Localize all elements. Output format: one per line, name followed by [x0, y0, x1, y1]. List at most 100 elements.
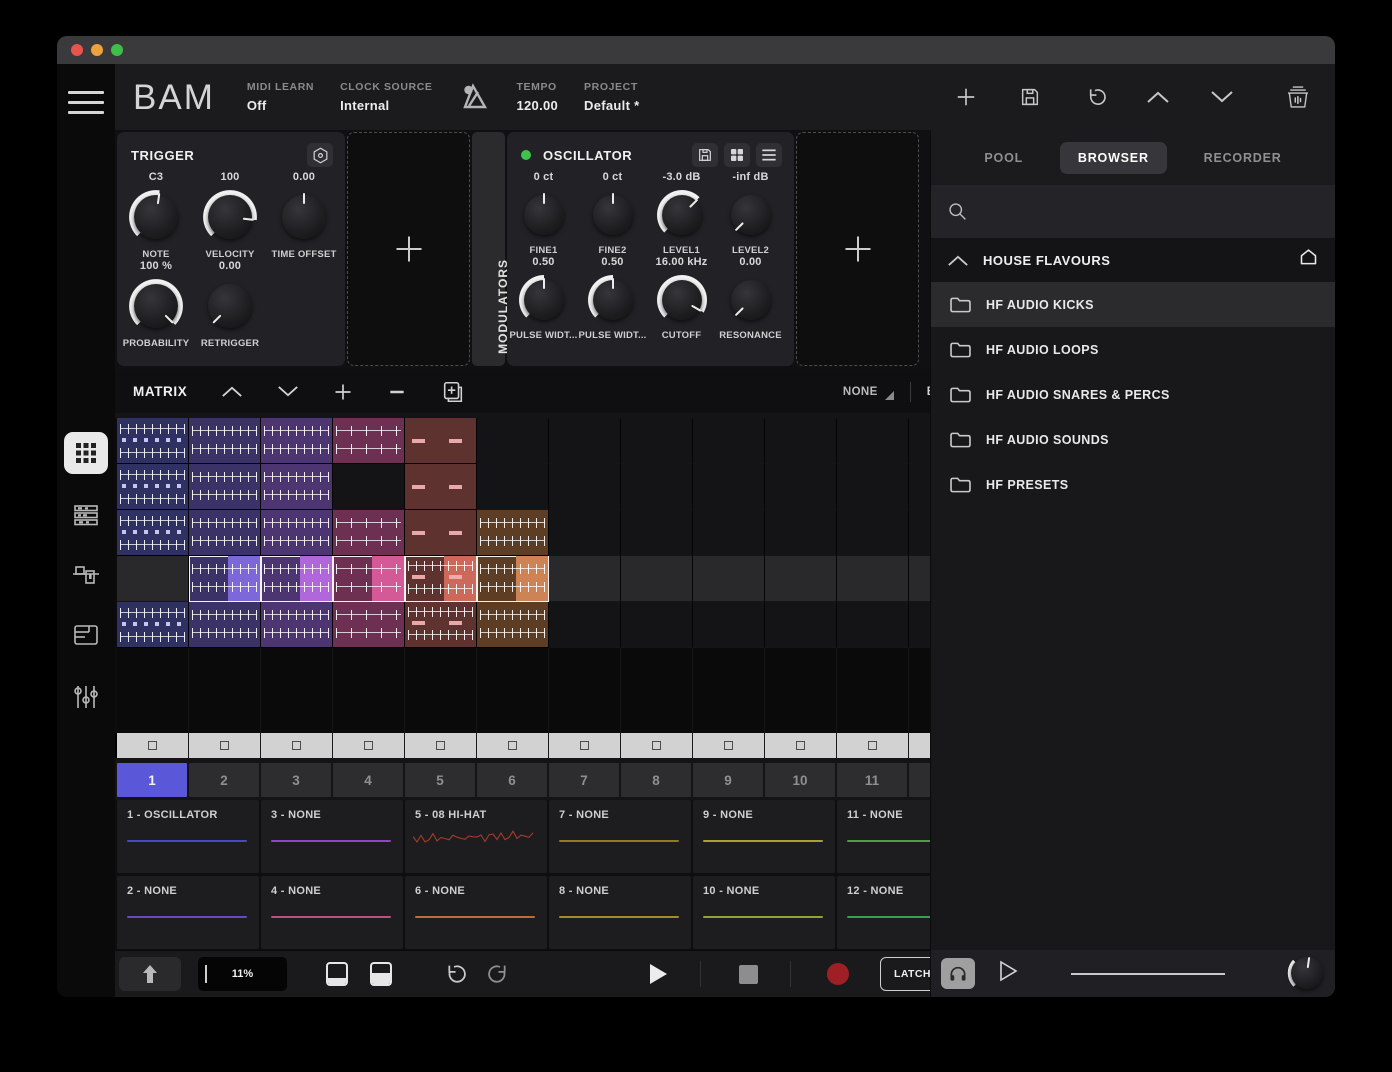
folder-row-hf-audio-snares-percs[interactable]: HF AUDIO SNARES & PERCS	[931, 372, 1335, 417]
matrix-cell-r4-c11[interactable]	[837, 556, 909, 602]
scene-number-1[interactable]: 1	[117, 763, 187, 797]
play-button[interactable]	[643, 957, 673, 991]
matrix-remove-button[interactable]	[387, 382, 407, 402]
scene-checkbox-7[interactable]	[549, 733, 621, 758]
tempo-control[interactable]: TEMPO 120.00	[516, 81, 558, 113]
track-pad-8[interactable]: 8 - NONE	[549, 876, 691, 949]
preview-play-button[interactable]	[997, 959, 1019, 988]
save-button[interactable]	[1017, 84, 1043, 110]
new-project-button[interactable]	[953, 84, 979, 110]
track-pad-9[interactable]: 9 - NONE	[693, 800, 835, 873]
project-control[interactable]: PROJECT Default *	[584, 81, 639, 113]
add-module-slot[interactable]	[347, 132, 470, 366]
browser-search[interactable]	[931, 185, 1335, 238]
stop-button[interactable]	[733, 957, 763, 991]
trigger-settings-icon[interactable]	[307, 143, 333, 167]
matrix-cell-r3-c9[interactable]	[693, 510, 765, 556]
record-button[interactable]	[823, 957, 853, 991]
arranger-view-button[interactable]	[64, 614, 108, 656]
track-pad-1[interactable]: 1 - OSCILLATOR	[117, 800, 259, 873]
scene-checkbox-8[interactable]	[621, 733, 693, 758]
knob-fine2[interactable]: 0 ct FINE2	[578, 171, 647, 256]
scene-number-5[interactable]: 5	[405, 763, 475, 797]
folder-row-hf-audio-kicks[interactable]: HF AUDIO KICKS	[931, 282, 1335, 327]
oscillator-grid-icon[interactable]	[724, 143, 750, 167]
preview-progress-bar[interactable]	[1071, 973, 1225, 975]
add-module-slot-2[interactable]	[796, 132, 919, 366]
knob-fine1[interactable]: 0 ct FINE1	[509, 171, 578, 256]
midi-learn-control[interactable]: MIDI LEARN Off	[247, 81, 314, 113]
matrix-cell-r4-c9[interactable]	[693, 556, 765, 602]
track-pad-3[interactable]: 3 - NONE	[261, 800, 403, 873]
matrix-cell-r4-c3[interactable]	[261, 556, 333, 602]
knob-level1[interactable]: -3.0 dB LEVEL1	[647, 171, 716, 256]
home-icon[interactable]	[1298, 247, 1319, 273]
matrix-cell-r2-c7[interactable]	[549, 464, 621, 510]
matrix-cell-r5-c3[interactable]	[261, 602, 333, 648]
matrix-cell-r4-c8[interactable]	[621, 556, 693, 602]
folder-row-hf-audio-loops[interactable]: HF AUDIO LOOPS	[931, 327, 1335, 372]
pack-header-row[interactable]: HOUSE FLAVOURS	[931, 238, 1335, 282]
track-pad-10[interactable]: 10 - NONE	[693, 876, 835, 949]
matrix-cell-r5-c1[interactable]	[117, 602, 189, 648]
knob-probability[interactable]: 100 % PROBABILITY	[119, 260, 193, 349]
bottom-panel-small-icon[interactable]	[322, 957, 352, 991]
matrix-cell-r3-c1[interactable]	[117, 510, 189, 556]
matrix-cell-r1-c1[interactable]	[117, 418, 189, 464]
scene-checkbox-3[interactable]	[261, 733, 333, 758]
preview-headphones-button[interactable]	[941, 958, 975, 989]
matrix-cell-r1-c7[interactable]	[549, 418, 621, 464]
matrix-duplicate-button[interactable]	[441, 380, 465, 404]
matrix-cell-r2-c6[interactable]	[477, 464, 549, 510]
matrix-cell-r1-c11[interactable]	[837, 418, 909, 464]
matrix-cell-r5-c5[interactable]	[405, 602, 477, 648]
knob-velocity[interactable]: 100 VELOCITY	[193, 171, 267, 260]
scene-number-3[interactable]: 3	[261, 763, 331, 797]
knob-pulse-widt-[interactable]: 0.50 PULSE WIDT...	[509, 256, 578, 341]
trash-recordings-icon[interactable]	[1285, 84, 1311, 110]
clock-source-control[interactable]: CLOCK SOURCE Internal	[340, 81, 432, 113]
matrix-cell-r4-c7[interactable]	[549, 556, 621, 602]
matrix-row-up-button[interactable]	[221, 385, 243, 398]
scene-checkbox-9[interactable]	[693, 733, 765, 758]
matrix-cell-r4-c6[interactable]	[477, 556, 549, 602]
minimize-window-button[interactable]	[91, 44, 103, 56]
matrix-cell-r3-c4[interactable]	[333, 510, 405, 556]
mixer-view-button[interactable]	[64, 676, 108, 718]
scene-checkbox-1[interactable]	[117, 733, 189, 758]
scene-checkbox-10[interactable]	[765, 733, 837, 758]
knob-pulse-widt-[interactable]: 0.50 PULSE WIDT...	[578, 256, 647, 341]
track-pad-5[interactable]: 5 - 08 HI-HAT	[405, 800, 547, 873]
collapse-down-button[interactable]	[1209, 84, 1235, 110]
matrix-cell-r3-c8[interactable]	[621, 510, 693, 556]
preview-volume-knob[interactable]	[1287, 953, 1327, 993]
tab-recorder[interactable]: RECORDER	[1186, 142, 1300, 174]
matrix-cell-r4-c4[interactable]	[333, 556, 405, 602]
matrix-cell-r2-c2[interactable]	[189, 464, 261, 510]
menu-icon[interactable]	[68, 84, 104, 121]
scene-number-4[interactable]: 4	[333, 763, 403, 797]
matrix-cell-r2-c5[interactable]	[405, 464, 477, 510]
knob-level2[interactable]: -inf dB LEVEL2	[716, 171, 785, 256]
knob-note[interactable]: C3 NOTE	[119, 171, 193, 260]
matrix-cell-r5-c6[interactable]	[477, 602, 549, 648]
matrix-cell-r5-c4[interactable]	[333, 602, 405, 648]
metronome-icon[interactable]	[460, 79, 490, 116]
matrix-cell-r1-c10[interactable]	[765, 418, 837, 464]
collapse-panel-button[interactable]	[119, 957, 181, 991]
matrix-cell-r4-c10[interactable]	[765, 556, 837, 602]
matrix-cell-r5-c11[interactable]	[837, 602, 909, 648]
folder-row-hf-presets[interactable]: HF PRESETS	[931, 462, 1335, 507]
matrix-cell-r2-c9[interactable]	[693, 464, 765, 510]
matrix-cell-r4-c2[interactable]	[189, 556, 261, 602]
matrix-cell-r4-c1[interactable]	[117, 556, 189, 602]
matrix-cell-r1-c2[interactable]	[189, 418, 261, 464]
matrix-cell-r3-c10[interactable]	[765, 510, 837, 556]
matrix-cell-r1-c3[interactable]	[261, 418, 333, 464]
track-pad-7[interactable]: 7 - NONE	[549, 800, 691, 873]
matrix-cell-r2-c1[interactable]	[117, 464, 189, 510]
scene-number-10[interactable]: 10	[765, 763, 835, 797]
knob-cutoff[interactable]: 16.00 kHz CUTOFF	[647, 256, 716, 341]
knob-retrigger[interactable]: 0.00 RETRIGGER	[193, 260, 267, 349]
matrix-cell-r5-c9[interactable]	[693, 602, 765, 648]
